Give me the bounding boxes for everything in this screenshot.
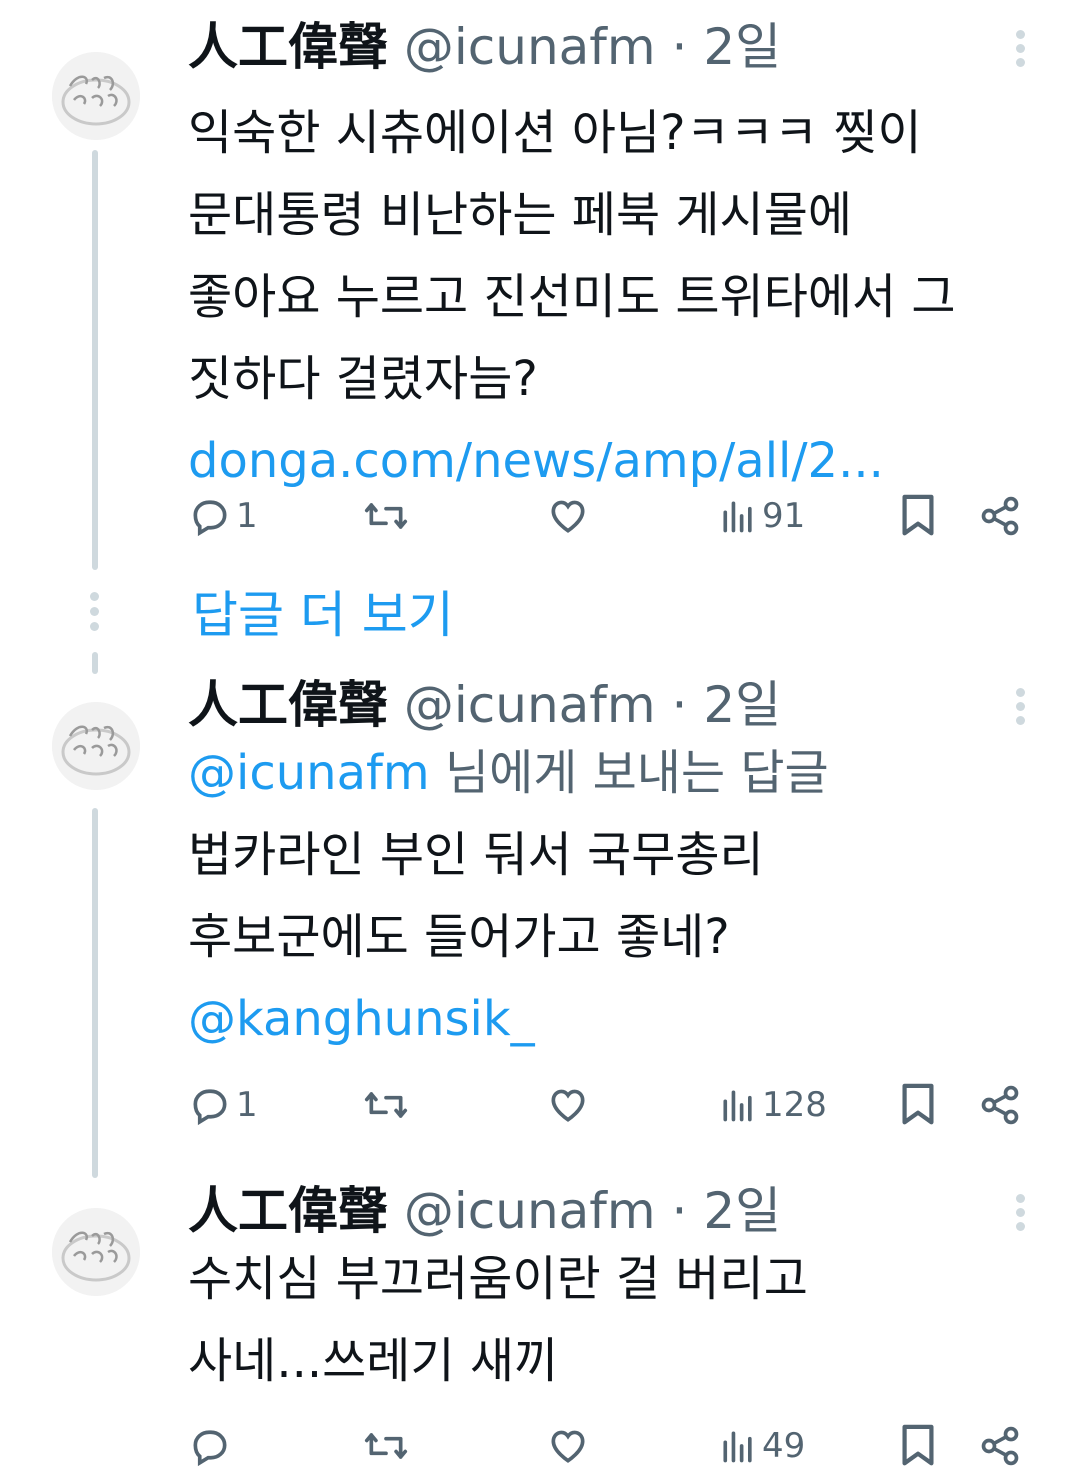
thread-dots (90, 592, 100, 637)
reply-count: 1 (236, 496, 258, 536)
bookmark-icon (902, 1424, 934, 1466)
reply-icon (193, 500, 227, 537)
tweet-line: 좋아요 누르고 진선미도 트위타에서 그 (188, 269, 956, 325)
avatar[interactable] (52, 52, 140, 140)
retweet-icon (364, 503, 408, 529)
reply-button[interactable]: 1 (188, 486, 258, 546)
reply-to-handle[interactable]: @icunafm (188, 745, 430, 801)
tweet-header: 人工偉聲 @icunafm · 2일 (188, 12, 781, 82)
like-button[interactable] (546, 1416, 594, 1476)
retweet-button[interactable] (362, 1416, 414, 1476)
tweet-line: 후보군에도 들어가고 좋네? (188, 909, 730, 965)
views-icon (723, 1090, 752, 1122)
bookmark-icon (902, 494, 934, 536)
retweet-button[interactable] (362, 486, 414, 546)
tweet[interactable]: 人工偉聲 @icunafm · 2일 익숙한 시츄에이션 아님?ㅋㅋㅋ 찢이 문… (0, 12, 1080, 572)
tweet-actions: 1 128 (188, 1075, 1038, 1135)
tweet-header: 人工偉聲 @icunafm · 2일 (188, 670, 781, 740)
more-options-button[interactable] (1010, 1194, 1030, 1236)
tweet-line: 수치심 부끄러움이란 걸 버리고 (188, 1251, 808, 1307)
avatar-ring-image (52, 1208, 140, 1296)
more-options-button[interactable] (1010, 688, 1030, 730)
retweet-icon (364, 1092, 408, 1118)
user-handle[interactable]: @icunafm (404, 676, 656, 734)
heart-icon (551, 500, 585, 533)
reply-icon (193, 1089, 227, 1126)
bookmark-button[interactable] (898, 1416, 938, 1476)
separator-dot: · (671, 1182, 688, 1240)
views-count: 49 (762, 1426, 806, 1466)
heart-icon (551, 1089, 585, 1122)
views-button[interactable]: 91 (718, 486, 805, 546)
more-options-button[interactable] (1010, 30, 1030, 72)
more-vertical-icon (1015, 30, 1025, 39)
tweet[interactable]: 人工偉聲 @icunafm · 2일 수치심 부끄러움이란 걸 버리고 사네..… (0, 1176, 1080, 1483)
share-icon (981, 496, 1019, 536)
reply-button[interactable] (188, 1416, 236, 1476)
like-button[interactable] (546, 486, 594, 546)
more-vertical-icon (1015, 688, 1025, 697)
share-icon (981, 1085, 1019, 1125)
avatar[interactable] (52, 702, 140, 790)
tweet-text: 익숙한 시츄에이션 아님?ㅋㅋㅋ 찢이 문대통령 비난하는 페북 게시물에 좋아… (188, 92, 1068, 502)
tweet-line: 짓하다 걸렸자늠? (188, 351, 538, 407)
views-button[interactable]: 49 (718, 1416, 805, 1476)
share-icon (981, 1426, 1019, 1466)
more-vertical-icon (1015, 1194, 1025, 1203)
display-name[interactable]: 人工偉聲 (188, 1182, 388, 1240)
tweet-actions: 49 (188, 1416, 1038, 1476)
separator-dot: · (671, 18, 688, 76)
reply-context: @icunafm 님에게 보내는 답글 (188, 732, 1068, 814)
bookmark-button[interactable] (898, 486, 938, 546)
bookmark-button[interactable] (898, 1075, 938, 1135)
share-button[interactable] (978, 1075, 1022, 1135)
reply-icon (193, 1430, 227, 1467)
share-button[interactable] (978, 1416, 1022, 1476)
retweet-button[interactable] (362, 1075, 414, 1135)
tweet-actions: 1 91 (188, 486, 1038, 546)
avatar-ring-image (52, 702, 140, 790)
user-handle[interactable]: @icunafm (404, 18, 656, 76)
tweet-text: 수치심 부끄러움이란 걸 버리고 사네...쓰레기 새끼 (188, 1238, 1068, 1402)
share-button[interactable] (978, 486, 1022, 546)
show-more-replies-link[interactable]: 답글 더 보기 (192, 580, 454, 650)
mention-link[interactable]: @kanghunsik_ (188, 978, 1068, 1060)
separator-dot: · (671, 676, 688, 734)
display-name[interactable]: 人工偉聲 (188, 18, 388, 76)
views-count: 128 (762, 1085, 827, 1125)
views-icon (723, 501, 752, 533)
tweet-line: 익숙한 시츄에이션 아님?ㅋㅋㅋ 찢이 (188, 105, 922, 161)
tweet-line: 사네...쓰레기 새끼 (188, 1333, 559, 1389)
display-name[interactable]: 人工偉聲 (188, 676, 388, 734)
tweet[interactable]: 人工偉聲 @icunafm · 2일 @icunafm 님에게 보내는 답글 법… (0, 670, 1080, 1150)
retweet-icon (364, 1433, 408, 1459)
tweet-header: 人工偉聲 @icunafm · 2일 (188, 1176, 781, 1246)
reply-to-suffix: 님에게 보내는 답글 (444, 745, 829, 801)
bookmark-icon (902, 1083, 934, 1125)
avatar[interactable] (52, 1208, 140, 1296)
views-icon (723, 1431, 752, 1463)
reply-count: 1 (236, 1085, 258, 1125)
tweet-line: 법카라인 부인 둬서 국무총리 (188, 827, 764, 883)
heart-icon (551, 1430, 585, 1463)
timestamp[interactable]: 2일 (703, 18, 781, 76)
timestamp[interactable]: 2일 (703, 676, 781, 734)
tweet-text: @icunafm 님에게 보내는 답글 법카라인 부인 둬서 국무총리 후보군에… (188, 732, 1068, 1060)
like-button[interactable] (546, 1075, 594, 1135)
reply-button[interactable]: 1 (188, 1075, 258, 1135)
tweet-line: 문대통령 비난하는 페북 게시물에 (188, 187, 853, 243)
views-button[interactable]: 128 (718, 1075, 827, 1135)
views-count: 91 (762, 496, 806, 536)
timestamp[interactable]: 2일 (703, 1182, 781, 1240)
avatar-ring-image (52, 52, 140, 140)
user-handle[interactable]: @icunafm (404, 1182, 656, 1240)
